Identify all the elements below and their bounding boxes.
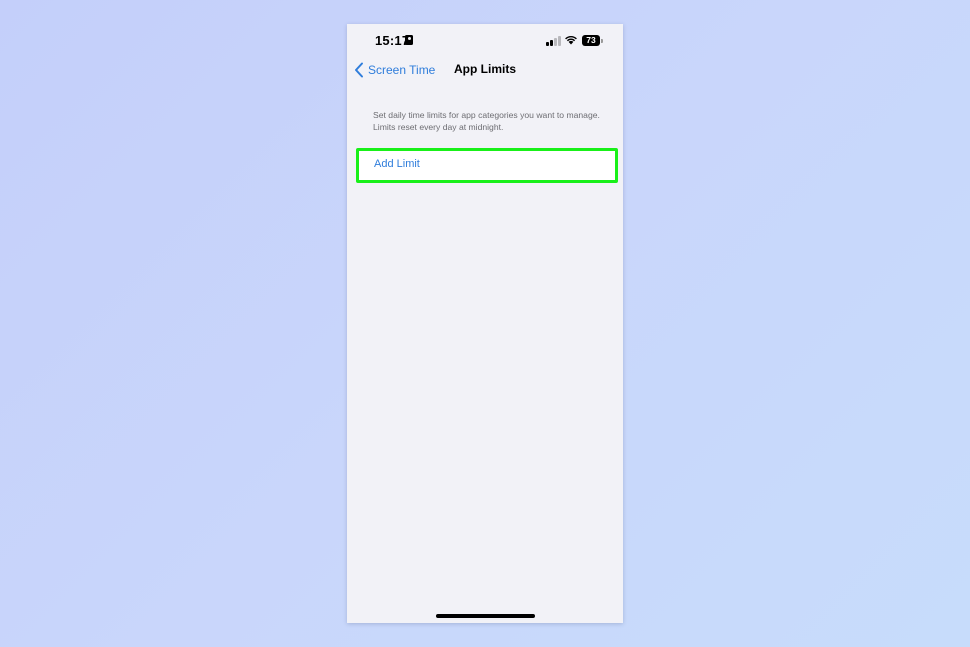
battery-icon: 73 [582,35,603,46]
add-limit-button[interactable]: Add Limit [356,148,618,183]
add-limit-label: Add Limit [374,158,420,170]
app-limits-description: Set daily time limits for app categories… [373,110,600,132]
focus-icon [405,35,413,45]
phone-screen: 15:17 73 Screen Time App Limits Set dail… [347,24,623,623]
page-title: App Limits [454,62,516,76]
signal-icon [546,36,562,46]
navigation-bar: Screen Time App Limits [347,58,623,84]
home-indicator[interactable] [436,614,535,618]
wifi-icon [565,35,577,45]
status-bar: 15:17 73 [347,24,623,58]
battery-level: 73 [582,35,600,46]
